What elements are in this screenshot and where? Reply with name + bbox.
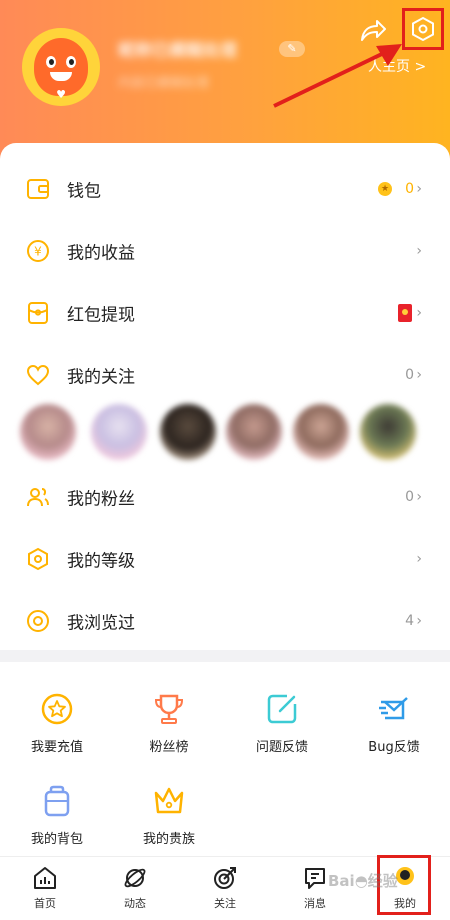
chevron-right-icon: › <box>416 305 422 321</box>
chevron-right-icon: › <box>416 243 422 259</box>
grid-item-feedback[interactable]: 问题反馈 <box>226 692 338 755</box>
fans-count: 0 <box>405 489 414 505</box>
trophy-icon <box>154 694 184 724</box>
followed-user-avatar[interactable] <box>360 404 416 460</box>
grid-item-fan-rank[interactable]: 粉丝榜 <box>113 692 225 755</box>
followed-user-avatar[interactable] <box>160 404 216 460</box>
bug-mail-icon <box>379 697 408 720</box>
grid-item-recharge[interactable]: 我要充值 <box>1 692 113 755</box>
function-grid: 我要充值 粉丝榜 问题反馈 Bug反馈 我的背包 我的贵族 <box>0 662 450 856</box>
menu-row-redpacket[interactable]: 红包提现 › <box>0 282 450 344</box>
tab-messages-label: 消息 <box>304 897 326 910</box>
followed-user-avatar[interactable] <box>91 404 147 460</box>
menu-row-level[interactable]: 我的等级 › <box>0 528 450 590</box>
following-count: 0 <box>405 367 414 383</box>
feedback-label: 问题反馈 <box>255 740 308 755</box>
chevron-right-icon: › <box>416 181 422 197</box>
bug-feedback-label: Bug反馈 <box>368 740 420 755</box>
section-divider <box>0 650 450 662</box>
earnings-label: 我的收益 <box>67 243 135 264</box>
annotation-arrow <box>273 44 402 108</box>
wallet-label: 钱包 <box>67 181 101 202</box>
menu-row-history[interactable]: 我浏览过 4 › <box>0 590 450 652</box>
history-count: 4 <box>405 613 414 629</box>
crown-icon <box>154 787 184 814</box>
home-chart-icon <box>34 867 56 889</box>
user-subline: 内容已模糊处理 <box>118 76 210 91</box>
redpacket-withdraw-icon <box>28 302 48 324</box>
fan-rank-label: 粉丝榜 <box>149 740 189 755</box>
menu-row-wallet[interactable]: 钱包 ★ 0 › <box>0 158 450 220</box>
settings-gear-icon[interactable] <box>402 8 444 50</box>
menu-row-earnings[interactable]: ¥ 我的收益 › <box>0 220 450 282</box>
chevron-right-icon: › <box>416 367 422 383</box>
planet-icon <box>124 868 146 888</box>
fans-label: 我的粉丝 <box>67 489 135 510</box>
chevron-right-icon: › <box>416 613 422 629</box>
heart-icon <box>26 364 50 386</box>
followed-user-avatar[interactable] <box>293 404 349 460</box>
watermark: Bai◓经验 <box>328 872 398 890</box>
svg-text:¥: ¥ <box>34 245 42 259</box>
redpacket-label: 红包提现 <box>67 305 135 326</box>
user-avatar[interactable]: ♥ <box>22 28 100 106</box>
username[interactable]: 昵称已模糊处理 <box>118 36 237 61</box>
grid-item-backpack[interactable]: 我的背包 <box>1 784 113 847</box>
menu-row-fans[interactable]: 我的粉丝 0 › <box>0 466 450 528</box>
edit-feedback-icon <box>267 694 297 724</box>
backpack-icon <box>44 785 70 817</box>
grid-item-bug-feedback[interactable]: Bug反馈 <box>338 692 450 755</box>
followed-user-avatar[interactable] <box>226 404 282 460</box>
tab-moments[interactable]: 动态 <box>90 857 180 920</box>
tab-home-label: 首页 <box>34 897 56 910</box>
nobility-label: 我的贵族 <box>142 832 195 847</box>
grid-item-nobility[interactable]: 我的贵族 <box>113 784 225 847</box>
wallet-value: 0 <box>405 181 414 197</box>
target-icon <box>214 867 236 889</box>
redpacket-badge-icon <box>398 304 412 322</box>
level-hexagon-icon <box>28 547 48 571</box>
recharge-star-icon <box>41 693 73 725</box>
backpack-label: 我的背包 <box>30 832 83 847</box>
tab-follow[interactable]: 关注 <box>180 857 270 920</box>
following-label: 我的关注 <box>67 367 135 388</box>
tab-moments-label: 动态 <box>124 897 146 910</box>
message-bubble-icon <box>305 868 325 889</box>
eye-history-icon <box>27 610 49 632</box>
tab-follow-label: 关注 <box>214 897 236 910</box>
followed-user-avatar[interactable] <box>20 404 76 460</box>
fans-icon <box>27 488 49 507</box>
chevron-right-icon: › <box>416 489 422 505</box>
coin-icon: ★ <box>378 182 392 196</box>
tab-home[interactable]: 首页 <box>0 857 90 920</box>
yuan-coin-icon: ¥ <box>27 240 49 262</box>
chevron-right-icon: › <box>416 551 422 567</box>
followed-users-strip <box>0 397 450 467</box>
level-label: 我的等级 <box>67 551 135 572</box>
history-label: 我浏览过 <box>67 613 135 634</box>
recharge-label: 我要充值 <box>30 740 83 755</box>
wallet-icon <box>27 179 49 199</box>
